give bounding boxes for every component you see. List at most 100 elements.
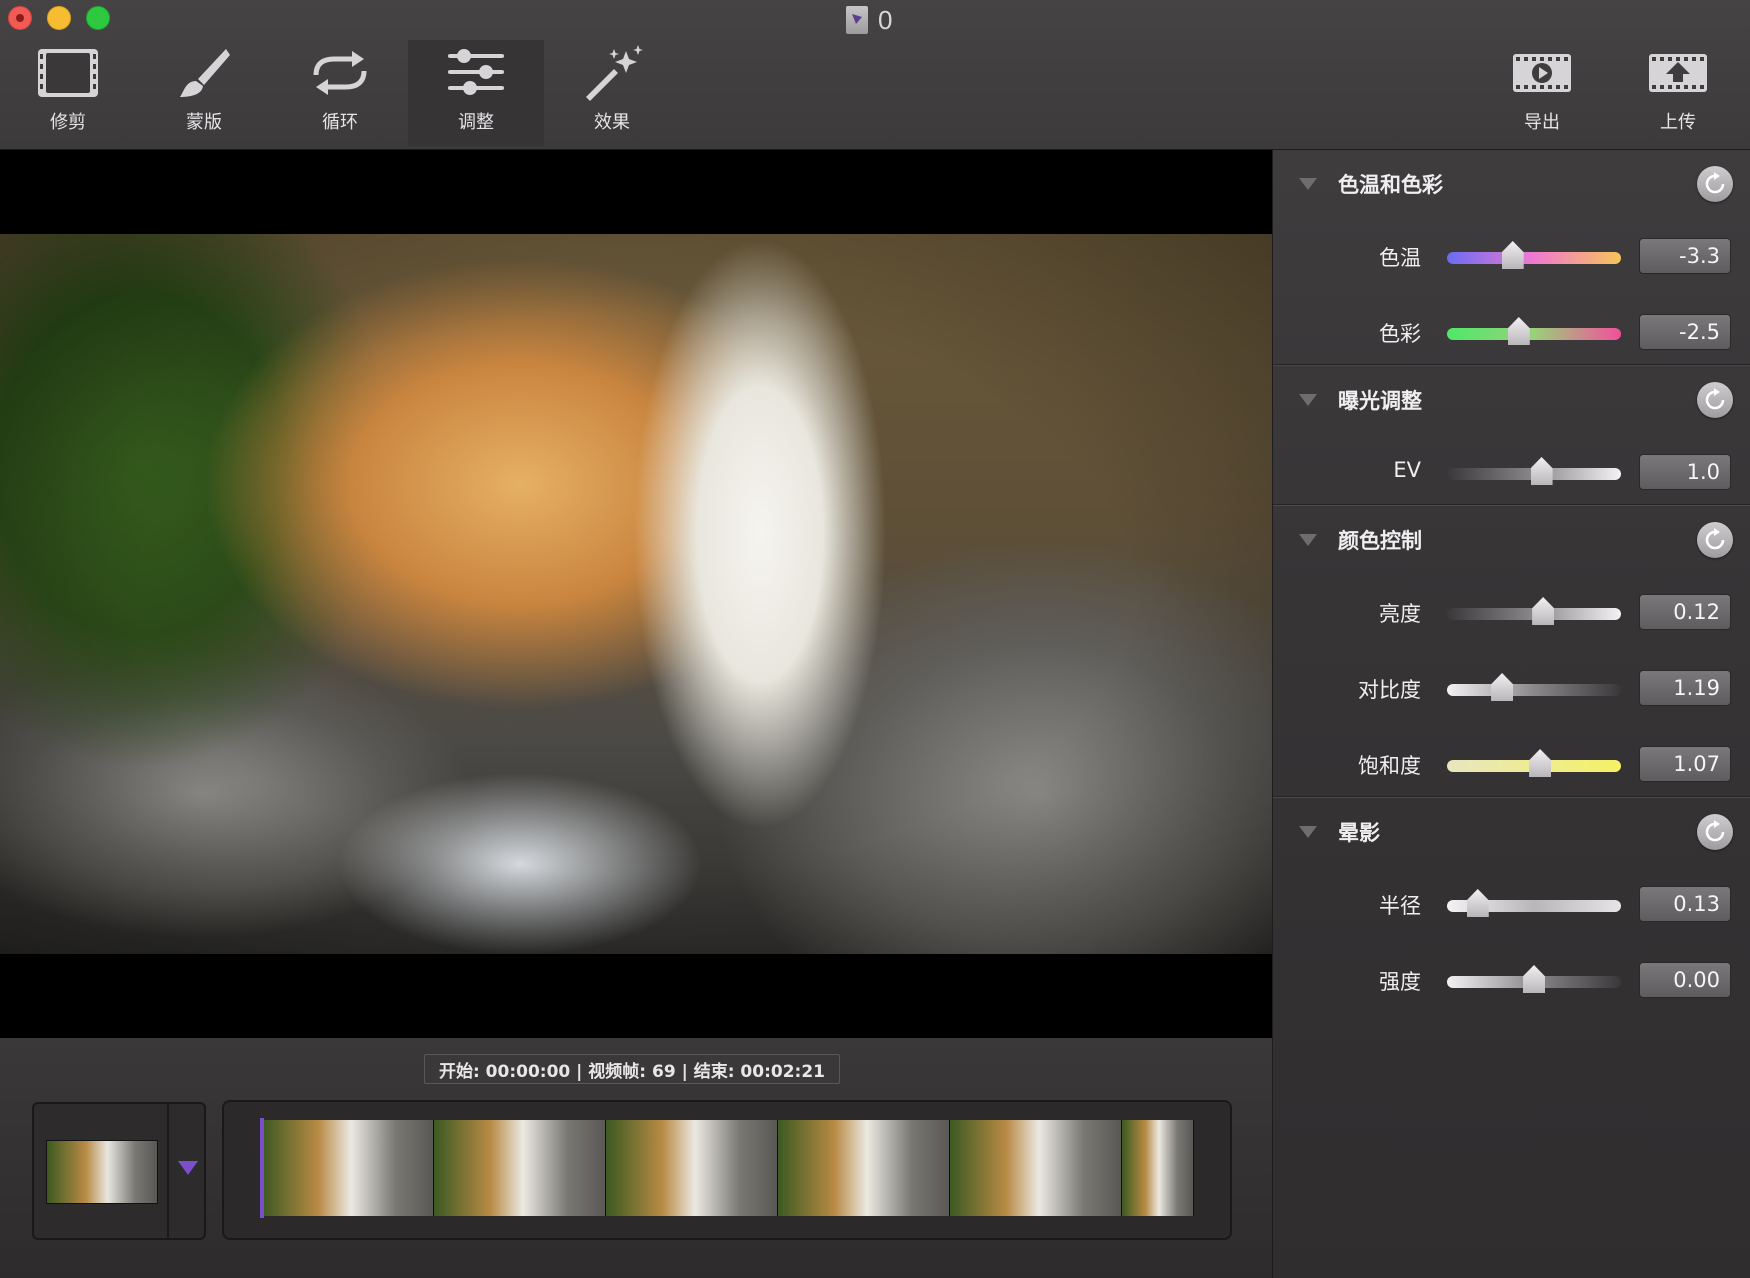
sliders-icon [441, 40, 511, 106]
video-preview[interactable] [0, 150, 1272, 1038]
slider-label: 色彩 [1379, 322, 1421, 346]
disclosure-triangle-icon[interactable] [1299, 178, 1317, 190]
filmstrip-frame [606, 1120, 778, 1216]
adjust-label: 调整 [458, 112, 494, 133]
section-divider [1273, 504, 1750, 506]
filmstrip-frame [434, 1120, 606, 1216]
slider-row-temperature: 色温 -3.3 [1273, 236, 1750, 276]
filmstrip[interactable] [262, 1120, 1194, 1216]
filmstrip-box[interactable] [222, 1100, 1232, 1240]
film-play-icon [1507, 40, 1577, 106]
timeline-area: 开始: 00:00:00 | 视频帧: 69 | 结束: 00:02:21 [0, 1038, 1272, 1278]
window-title-text: 0 [878, 4, 893, 35]
tint-value-field[interactable]: -2.5 [1639, 314, 1731, 350]
section-title: 曝光调整 [1338, 389, 1422, 413]
tint-slider-track[interactable] [1447, 328, 1621, 340]
close-button[interactable] [8, 6, 32, 30]
section-exposure-header[interactable]: 曝光调整 [1273, 370, 1750, 430]
contrast-slider-knob[interactable] [1491, 673, 1514, 701]
window-controls [8, 6, 110, 30]
section-title: 颜色控制 [1338, 529, 1422, 553]
slider-row-radius: 半径 0.13 [1273, 884, 1750, 924]
ev-value-field[interactable]: 1.0 [1639, 454, 1731, 490]
slider-row-saturation: 饱和度 1.07 [1273, 744, 1750, 784]
section-divider [1273, 796, 1750, 798]
thumbnail-divider [167, 1104, 169, 1238]
reset-button[interactable] [1697, 166, 1733, 202]
mask-label: 蒙版 [186, 112, 222, 133]
contrast-slider-track[interactable] [1447, 684, 1621, 696]
adjustments-panel: 色温和色彩 色温 -3.3 色彩 -2.5 曝光调整 EV 1.0 颜色控制 亮… [1272, 150, 1750, 1278]
slider-row-tint: 色彩 -2.5 [1273, 312, 1750, 352]
temperature-slider-knob[interactable] [1501, 241, 1524, 269]
mask-button[interactable]: 蒙版 [136, 40, 272, 146]
playhead[interactable] [260, 1118, 264, 1218]
filmstrip-frame [950, 1120, 1122, 1216]
slider-row-brightness: 亮度 0.12 [1273, 592, 1750, 632]
section-title: 色温和色彩 [1338, 173, 1443, 197]
effects-label: 效果 [594, 112, 630, 133]
trim-button[interactable]: 修剪 [0, 40, 136, 146]
clip-thumbnail-box[interactable] [32, 1102, 206, 1240]
trim-label: 修剪 [50, 112, 86, 133]
temperature-value-field[interactable]: -3.3 [1639, 238, 1731, 274]
saturation-value-field[interactable]: 1.07 [1639, 746, 1731, 782]
ev-slider-knob[interactable] [1530, 457, 1553, 485]
radius-slider-knob[interactable] [1466, 889, 1489, 917]
minimize-button[interactable] [47, 6, 71, 30]
zoom-button[interactable] [86, 6, 110, 30]
reset-button[interactable] [1697, 814, 1733, 850]
adjust-button[interactable]: 调整 [408, 40, 544, 146]
slider-label: 饱和度 [1358, 754, 1421, 778]
slider-label: 亮度 [1379, 602, 1421, 626]
slider-label: 强度 [1379, 970, 1421, 994]
app-window: 0 修剪 蒙版 循环 调整 效果 导出 上传 开始: 00:00:00 | 视频… [0, 0, 1750, 1278]
clip-thumbnail [46, 1140, 158, 1204]
tint-slider-knob[interactable] [1507, 317, 1530, 345]
loop-icon [305, 40, 375, 106]
contrast-value-field[interactable]: 1.19 [1639, 670, 1731, 706]
reset-icon [1705, 528, 1725, 550]
loop-label: 循环 [322, 112, 358, 133]
section-vignette-header[interactable]: 晕影 [1273, 802, 1750, 862]
section-divider [1273, 364, 1750, 366]
slider-row-ev: EV 1.0 [1273, 452, 1750, 492]
disclosure-triangle-icon[interactable] [1299, 394, 1317, 406]
slider-label: 色温 [1379, 246, 1421, 270]
brush-icon [169, 40, 239, 106]
filmstrip-frame [262, 1120, 434, 1216]
filmstrip-frame [1122, 1120, 1194, 1216]
slider-label: EV [1393, 458, 1421, 482]
reset-button[interactable] [1697, 382, 1733, 418]
slider-row-intensity: 强度 0.00 [1273, 960, 1750, 1000]
export-button[interactable]: 导出 [1474, 40, 1610, 146]
toolbar: 0 修剪 蒙版 循环 调整 效果 导出 上传 [0, 0, 1750, 150]
film-frame-icon [33, 40, 103, 106]
reset-icon [1705, 388, 1725, 410]
brightness-value-field[interactable]: 0.12 [1639, 594, 1731, 630]
intensity-value-field[interactable]: 0.00 [1639, 962, 1731, 998]
timecode-display: 开始: 00:00:00 | 视频帧: 69 | 结束: 00:02:21 [424, 1054, 840, 1084]
brightness-slider-knob[interactable] [1532, 597, 1555, 625]
export-label: 导出 [1524, 112, 1560, 133]
window-title: 0 [846, 2, 892, 38]
loop-button[interactable]: 循环 [272, 40, 408, 146]
saturation-slider-knob[interactable] [1529, 749, 1552, 777]
film-upload-icon [1643, 40, 1713, 106]
temperature-slider-track[interactable] [1447, 252, 1621, 264]
filmstrip-frame [778, 1120, 950, 1216]
upload-label: 上传 [1660, 112, 1696, 133]
intensity-slider-knob[interactable] [1523, 965, 1545, 993]
radius-value-field[interactable]: 0.13 [1639, 886, 1731, 922]
magic-wand-icon [577, 40, 647, 106]
reset-button[interactable] [1697, 522, 1733, 558]
document-icon [846, 6, 868, 34]
effects-button[interactable]: 效果 [544, 40, 680, 146]
disclosure-triangle-icon[interactable] [1299, 534, 1317, 546]
section-color-control-header[interactable]: 颜色控制 [1273, 510, 1750, 570]
upload-button[interactable]: 上传 [1610, 40, 1746, 146]
dropdown-arrow-icon[interactable] [178, 1161, 198, 1175]
slider-label: 半径 [1379, 894, 1421, 918]
section-color-temperature-header[interactable]: 色温和色彩 [1273, 154, 1750, 214]
disclosure-triangle-icon[interactable] [1299, 826, 1317, 838]
